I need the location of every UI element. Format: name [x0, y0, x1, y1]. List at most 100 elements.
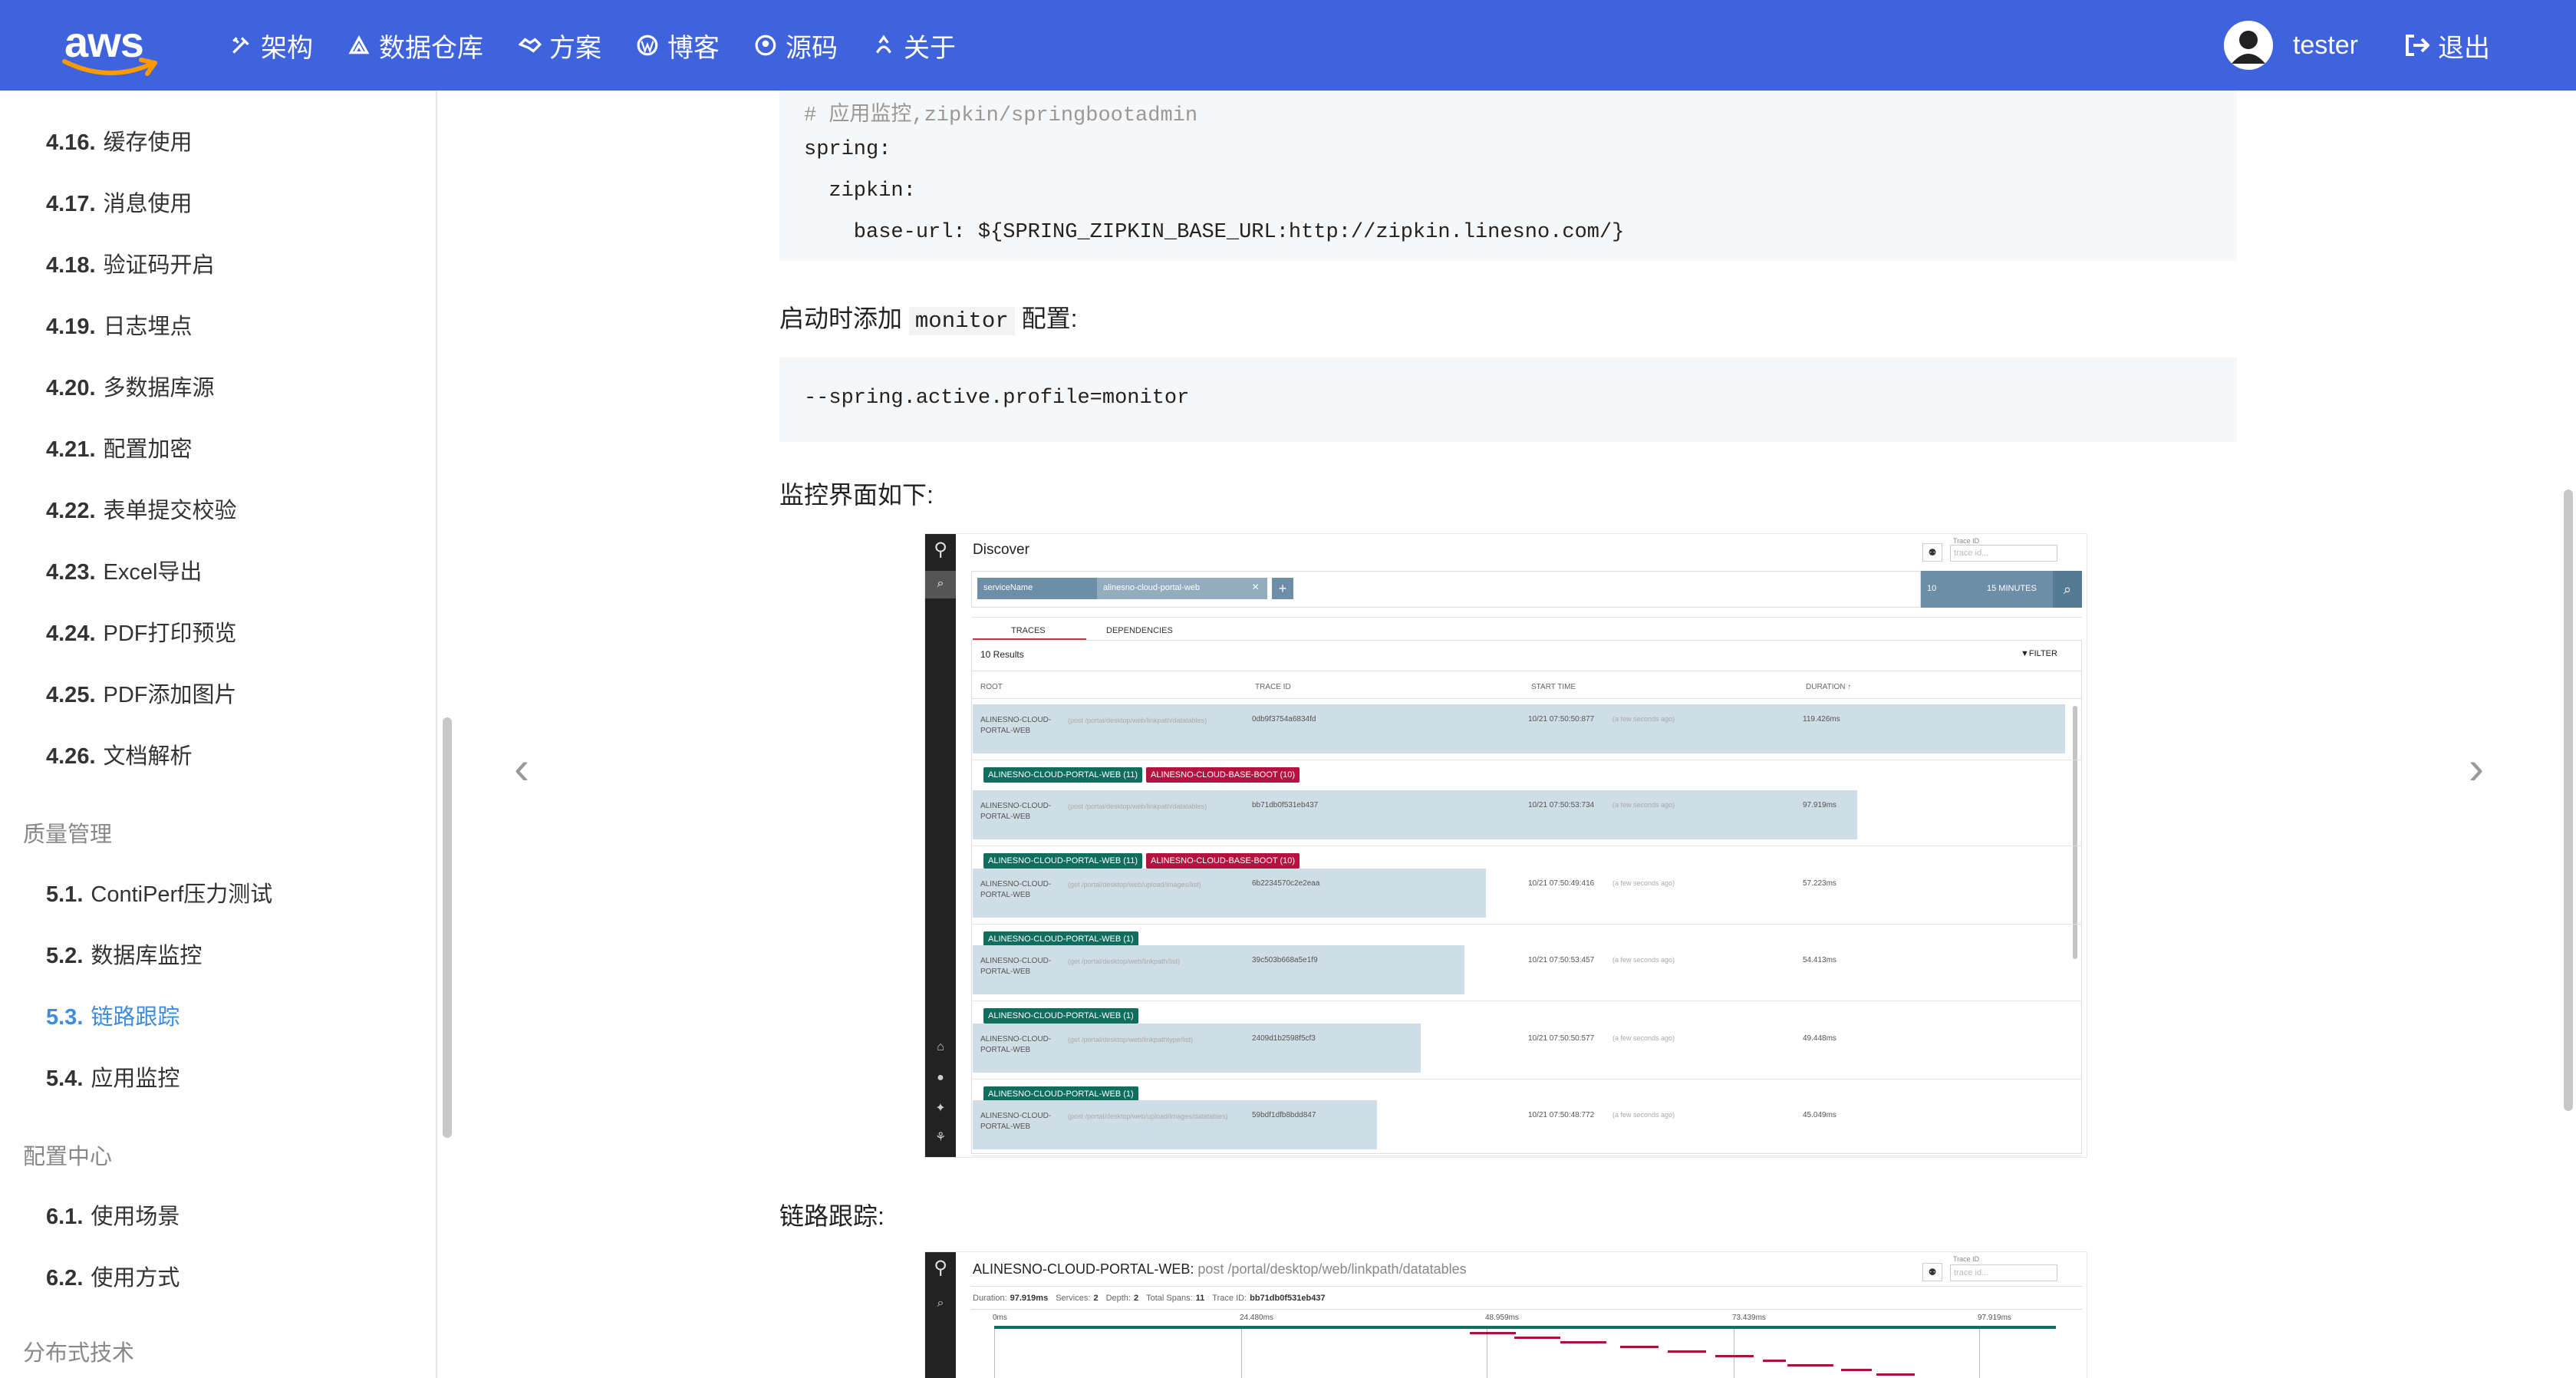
row-ago: (a few seconds ago): [1612, 956, 1675, 964]
nav-label: 方案: [549, 33, 601, 63]
sidebar-item-label: 文档解析: [103, 744, 193, 769]
trace-id-label: Trace ID: [1953, 537, 1980, 545]
carousel-prev-icon[interactable]: ‹: [514, 741, 529, 794]
trace-id-placeholder: trace id...: [1954, 1268, 1989, 1277]
filter-value-chip[interactable]: alinesno-cloud-portal-web ×: [1097, 578, 1267, 599]
tab-traces[interactable]: TRACES: [1011, 626, 1046, 635]
search-icon: ⌕: [937, 577, 944, 590]
discover-title: Discover: [973, 542, 1029, 558]
logout-button[interactable]: 退出: [2404, 27, 2490, 64]
sidebar-item-number: 4.21.: [46, 437, 96, 462]
sidebar-item[interactable]: 4.17. 消息使用: [46, 186, 193, 218]
sidebar-item-number: 4.16.: [46, 130, 96, 155]
sidebar-item[interactable]: 6.2. 使用方式: [46, 1260, 180, 1292]
service-tag[interactable]: ALINESNO-CLOUD-PORTAL-WEB (1): [983, 1086, 1138, 1102]
divider: [971, 1079, 2082, 1080]
sidebar-item[interactable]: 4.19. 日志埋点: [46, 308, 193, 341]
service-tag[interactable]: ALINESNO-CLOUD-PORTAL-WEB (11): [983, 767, 1142, 783]
row-trace-id: bb71db0f531eb437: [1252, 801, 1319, 809]
row-ago: (a few seconds ago): [1612, 1111, 1675, 1119]
aws-logo[interactable]: aws: [61, 17, 161, 78]
nav-item-3[interactable]: 博客: [637, 27, 720, 64]
sidebar-item[interactable]: 5.2. 数据库监控: [46, 938, 202, 970]
col-trace-id[interactable]: TRACE ID: [1255, 683, 1291, 691]
timeline-gridline: [1979, 1326, 1980, 1378]
service-tag[interactable]: ALINESNO-CLOUD-PORTAL-WEB (1): [983, 931, 1138, 947]
col-root[interactable]: ROOT: [980, 683, 1003, 691]
divider: [971, 1155, 2082, 1156]
summary-key: Trace ID:: [1212, 1294, 1247, 1303]
nav-item-1[interactable]: 数据仓库: [348, 27, 483, 64]
row-duration: 57.223ms: [1803, 879, 1836, 888]
sidebar-item[interactable]: 5.1. ContiPerf压力测试: [46, 876, 272, 908]
sidebar-item[interactable]: 4.18. 验证码开启: [46, 247, 215, 279]
sidebar-item[interactable]: 4.26. 文档解析: [46, 738, 193, 770]
trace-id-input[interactable]: trace id...: [1950, 1264, 2057, 1281]
remove-filter-icon[interactable]: ×: [1252, 581, 1259, 595]
code-line: --spring.active.profile=monitor: [804, 387, 1190, 410]
divider: [971, 1309, 2082, 1310]
user-icon[interactable]: ⚉: [1922, 1263, 1942, 1281]
sidebar-item[interactable]: 5.4. 应用监控: [46, 1060, 180, 1093]
nav-item-0[interactable]: 架构: [230, 27, 313, 64]
col-start-time[interactable]: START TIME: [1531, 683, 1576, 691]
sidebar: 质量管理 配置中心 分布式技术 4.16. 缓存使用 4.17. 消息使用 4.18. 验…: [0, 91, 437, 1378]
timeline-tick: 97.919ms: [1978, 1314, 2011, 1322]
page-scrollbar[interactable]: [2564, 490, 2573, 1111]
timeline-gridline: [1241, 1326, 1242, 1378]
sidebar-item-label: 表单提交校验: [103, 499, 237, 523]
filter-label: FILTER: [2028, 649, 2057, 658]
nav-item-4[interactable]: 源码: [755, 27, 838, 64]
sidebar-item-number: 4.17.: [46, 192, 96, 216]
row-start: 10/21 07:50:50:577: [1528, 1034, 1595, 1043]
trace-id-input[interactable]: trace id...: [1950, 545, 2057, 562]
sidebar-section-quality: 质量管理: [23, 823, 113, 847]
divider: [971, 924, 2082, 925]
paragraph-add-monitor: 启动时添加 monitor 配置:: [779, 299, 1078, 335]
lookback-value: 15 MINUTES: [1987, 584, 2037, 593]
row-duration: 49.448ms: [1803, 1034, 1836, 1043]
service-tag[interactable]: ALINESNO-CLOUD-BASE-BOOT (10): [1146, 853, 1300, 869]
row-duration: 97.919ms: [1803, 801, 1836, 809]
sidebar-item-number: 4.26.: [46, 744, 96, 769]
sidebar-item[interactable]: 4.22. 表单提交校验: [46, 493, 237, 525]
divider: [971, 698, 2082, 699]
add-filter-button[interactable]: +: [1272, 578, 1293, 599]
trace-path: post /portal/desktop/web/linkpath/datata…: [1197, 1261, 1467, 1277]
trace-id-placeholder: trace id...: [1954, 549, 1989, 558]
results-scrollbar[interactable]: [2073, 706, 2077, 959]
row-duration: 45.049ms: [1803, 1111, 1836, 1119]
filter-button[interactable]: ▼FILTER: [2021, 649, 2057, 658]
sidebar-item[interactable]: 4.24. PDF打印预览: [46, 615, 237, 648]
carousel-next-icon[interactable]: ›: [2469, 741, 2484, 794]
code-block-zipkin-config: # 应用监控,zipkin/springbootadmin spring: zi…: [779, 91, 2237, 261]
service-tag[interactable]: ALINESNO-CLOUD-BASE-BOOT (10): [1146, 767, 1300, 783]
user-icon[interactable]: ⚉: [1922, 543, 1942, 562]
sidebar-item-label: PDF添加图片: [103, 683, 237, 707]
summary-value: 11: [1195, 1294, 1205, 1303]
sidebar-item[interactable]: 4.25. PDF添加图片: [46, 677, 237, 709]
service-tag[interactable]: ALINESNO-CLOUD-PORTAL-WEB (11): [983, 853, 1142, 869]
tools-icon: [232, 37, 249, 54]
service-tag[interactable]: ALINESNO-CLOUD-PORTAL-WEB (1): [983, 1008, 1138, 1024]
summary-key: Duration:: [973, 1294, 1007, 1303]
row-trace-id: 0db9f3754a6834fd: [1252, 715, 1316, 724]
username[interactable]: tester: [2293, 31, 2358, 61]
avatar[interactable]: [2223, 21, 2273, 70]
sidebar-item-label: PDF打印预览: [103, 621, 237, 646]
search-button[interactable]: ⌕: [2053, 571, 2082, 608]
sidebar-item[interactable]: 6.1. 使用场景: [46, 1198, 180, 1231]
query-options[interactable]: 10 15 MINUTES: [1921, 571, 2053, 608]
sidebar-item[interactable]: 4.21. 配置加密: [46, 431, 193, 463]
sidebar-item[interactable]: 4.23. Excel导出: [46, 554, 202, 586]
sidebar-item[interactable]: 5.3. 链路跟踪: [46, 999, 180, 1031]
sidebar-item[interactable]: 4.16. 缓存使用: [46, 124, 193, 157]
row-path: (post /portal/desktop/web/upload/images/…: [1068, 1113, 1228, 1120]
sidebar-item[interactable]: 4.20. 多数据库源: [46, 370, 215, 402]
nav-item-2[interactable]: 方案: [519, 27, 601, 64]
col-duration[interactable]: DURATION ↑: [1806, 683, 1851, 691]
nav-item-5[interactable]: 关于: [873, 27, 956, 64]
span-bar: [1470, 1332, 1516, 1334]
tab-dependencies[interactable]: DEPENDENCIES: [1106, 626, 1173, 635]
sidebar-item-number: 4.24.: [46, 621, 96, 646]
